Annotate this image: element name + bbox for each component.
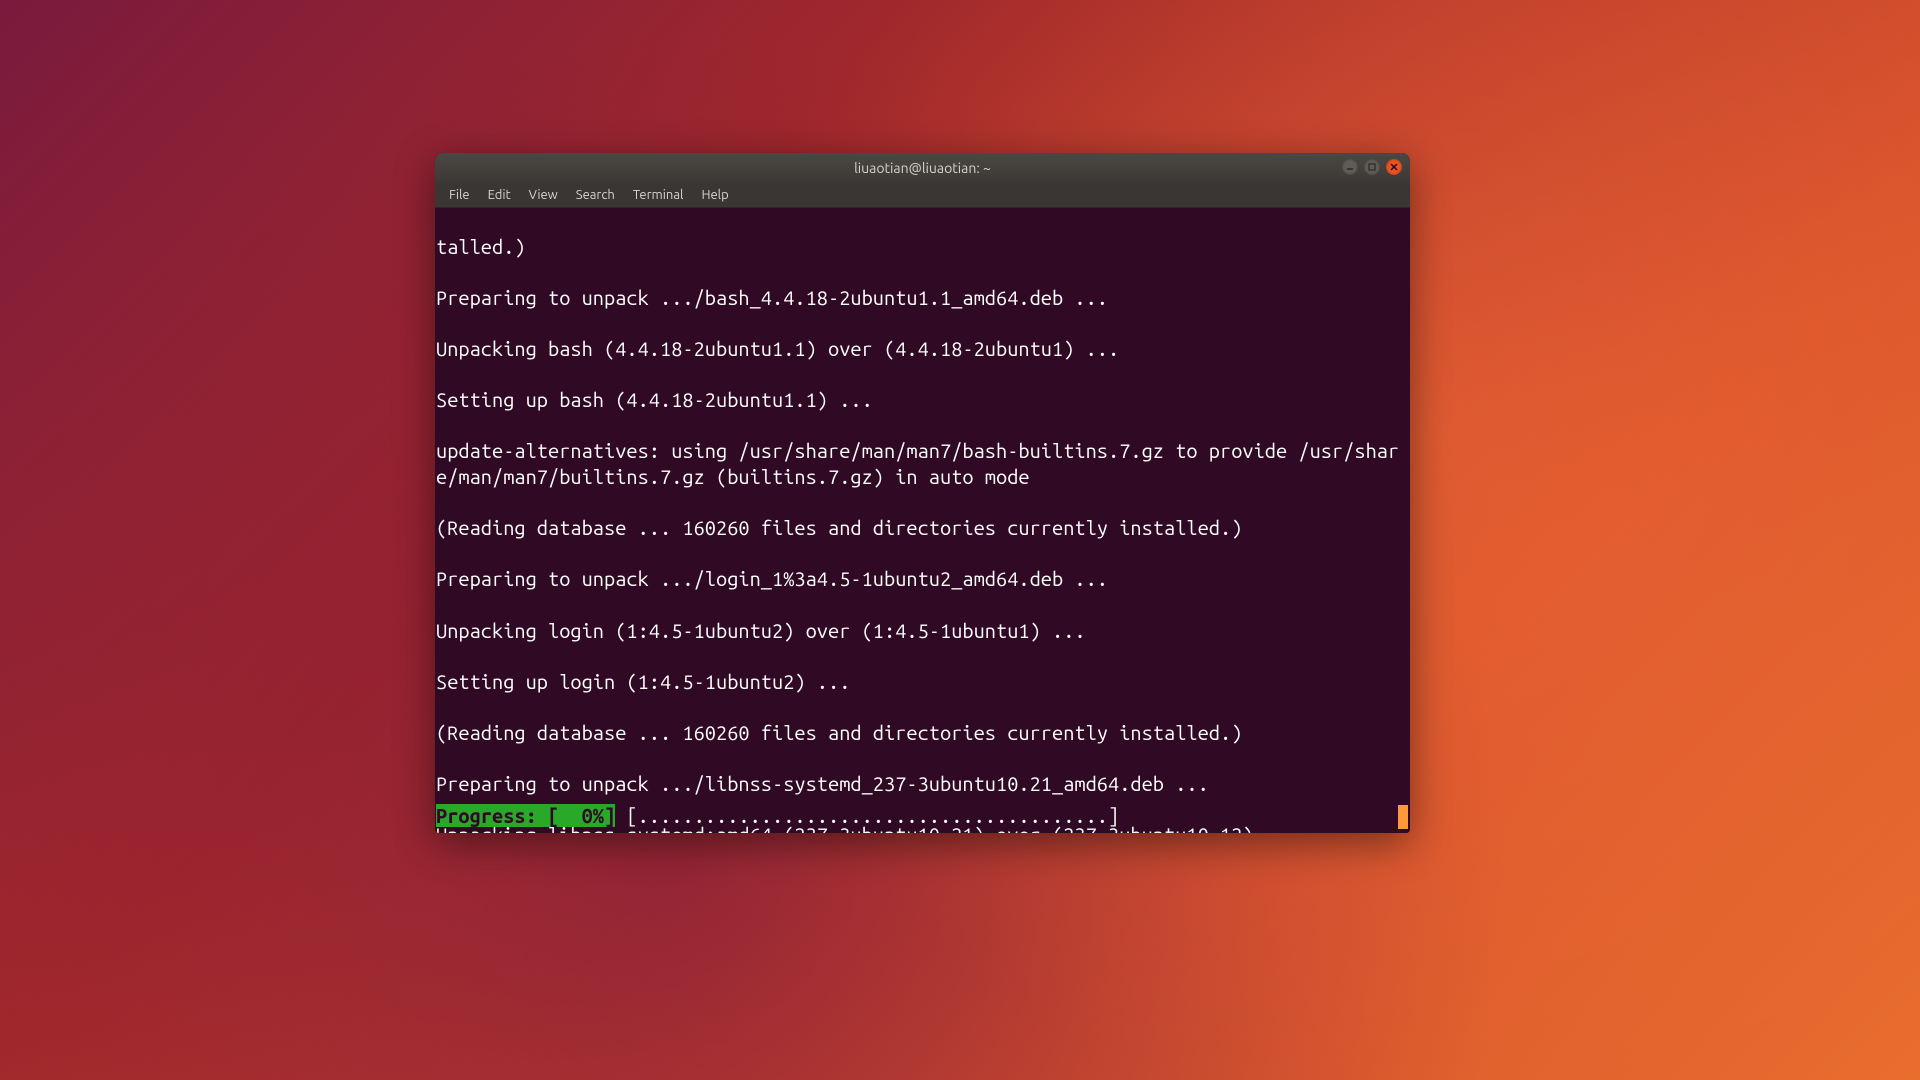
terminal-window[interactable]: liuaotian@liuaotian: ~ File Edit View Se…: [435, 153, 1410, 833]
menu-bar: File Edit View Search Terminal Help: [435, 183, 1410, 208]
menu-search[interactable]: Search: [568, 186, 623, 204]
progress-row: Progress: [ 0%] [.......................…: [436, 803, 1409, 829]
window-title: liuaotian@liuaotian: ~: [854, 160, 991, 176]
window-titlebar[interactable]: liuaotian@liuaotian: ~: [435, 153, 1410, 183]
terminal-output[interactable]: talled.) Preparing to unpack .../bash_4.…: [435, 208, 1410, 833]
terminal-line: Setting up login (1:4.5-1ubuntu2) ...: [436, 669, 1409, 695]
terminal-line: Preparing to unpack .../login_1%3a4.5-1u…: [436, 566, 1409, 592]
close-icon: [1388, 161, 1400, 173]
progress-percent-badge: Progress: [ 0%]: [436, 804, 615, 827]
terminal-line: (Reading database ... 160260 files and d…: [436, 720, 1409, 746]
terminal-line: talled.): [436, 234, 1409, 260]
minimize-icon: [1344, 161, 1356, 173]
menu-terminal[interactable]: Terminal: [625, 186, 692, 204]
menu-file[interactable]: File: [441, 186, 478, 204]
terminal-line: Preparing to unpack .../libnss-systemd_2…: [436, 771, 1409, 797]
desktop-wallpaper: liuaotian@liuaotian: ~ File Edit View Se…: [0, 0, 1920, 1080]
terminal-line: update-alternatives: using /usr/share/ma…: [436, 438, 1409, 489]
terminal-cursor: [1398, 805, 1408, 829]
menu-help[interactable]: Help: [693, 186, 736, 204]
maximize-icon: [1366, 161, 1378, 173]
menu-edit[interactable]: Edit: [480, 186, 519, 204]
window-controls: [1342, 159, 1402, 175]
close-button[interactable]: [1386, 159, 1402, 175]
menu-view[interactable]: View: [521, 186, 566, 204]
minimize-button[interactable]: [1342, 159, 1358, 175]
terminal-line: Setting up bash (4.4.18-2ubuntu1.1) ...: [436, 387, 1409, 413]
progress-bar: [.......................................…: [615, 804, 1130, 827]
terminal-line: Unpacking bash (4.4.18-2ubuntu1.1) over …: [436, 336, 1409, 362]
maximize-button[interactable]: [1364, 159, 1380, 175]
terminal-line: (Reading database ... 160260 files and d…: [436, 515, 1409, 541]
terminal-line: Preparing to unpack .../bash_4.4.18-2ubu…: [436, 285, 1409, 311]
terminal-line: Unpacking login (1:4.5-1ubuntu2) over (1…: [436, 618, 1409, 644]
